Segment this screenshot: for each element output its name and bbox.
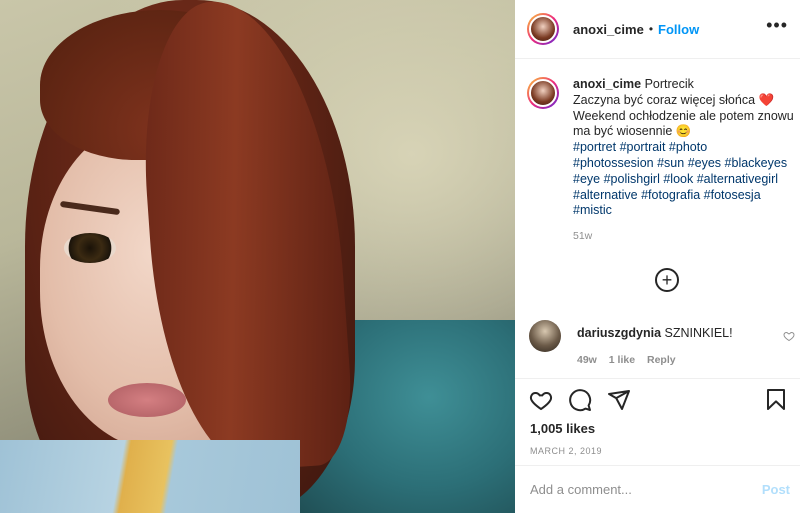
- post-caption: anoxi_cime Portrecik Zaczyna być coraz w…: [527, 77, 797, 245]
- speech-bubble-icon[interactable]: [568, 388, 592, 412]
- hashtag[interactable]: #eye: [573, 172, 600, 186]
- photo-eye-left: [64, 233, 116, 263]
- comment-input-divider: [515, 465, 800, 466]
- caption-avatar[interactable]: [527, 77, 559, 109]
- caption-body: anoxi_cime Portrecik Zaczyna być coraz w…: [573, 77, 794, 245]
- hashtag[interactable]: #blackeyes: [725, 156, 788, 170]
- comment-heart-icon[interactable]: [783, 330, 795, 342]
- comment-text: SZNINKIEL!: [664, 326, 733, 340]
- caption-line-1: Zaczyna być coraz więcej słońca ❤️: [573, 92, 775, 107]
- hashtag[interactable]: #mistic: [573, 203, 612, 217]
- more-options-icon[interactable]: •••: [766, 16, 788, 34]
- hashtag[interactable]: #look: [663, 172, 693, 186]
- post-comment-button[interactable]: Post: [762, 482, 790, 497]
- hashtag[interactable]: #fotografia: [641, 188, 700, 202]
- post-date[interactable]: MARCH 2, 2019: [530, 446, 602, 456]
- hashtag[interactable]: #fotosesja: [704, 188, 761, 202]
- comment-reply-button[interactable]: Reply: [647, 354, 676, 366]
- post-photo[interactable]: [0, 0, 515, 513]
- photo-lips: [108, 383, 186, 417]
- comment-actions: 49w 1 like Reply: [577, 354, 733, 366]
- caption-username[interactable]: anoxi_cime: [573, 77, 641, 91]
- author-avatar[interactable]: [527, 13, 559, 45]
- hashtag[interactable]: #alternative: [573, 188, 638, 202]
- hashtag-line: #alternative #fotografia #fotosesja: [573, 188, 794, 204]
- bookmark-icon[interactable]: [764, 388, 788, 412]
- post-action-bar: [515, 385, 800, 415]
- hashtag[interactable]: #photo: [669, 140, 707, 154]
- add-comment-input[interactable]: Add a comment...: [530, 482, 632, 497]
- hashtag[interactable]: #eyes: [688, 156, 721, 170]
- hashtag[interactable]: #polishgirl: [604, 172, 660, 186]
- caption-title: Portrecik: [644, 77, 694, 91]
- hashtag-line: #portret #portrait #photo: [573, 140, 794, 156]
- hashtag[interactable]: #portret: [573, 140, 616, 154]
- actions-divider: [515, 378, 800, 379]
- comment-item: dariuszgdynia SZNINKIEL! 49w 1 like Repl…: [529, 320, 799, 366]
- load-more-comments-icon[interactable]: +: [655, 268, 679, 292]
- heart-icon[interactable]: [529, 388, 553, 412]
- comment-age[interactable]: 49w: [577, 354, 597, 366]
- post-header: anoxi_cime • Follow •••: [515, 0, 800, 59]
- photo-shirt: [0, 440, 300, 513]
- commenter-avatar[interactable]: [529, 320, 561, 352]
- hashtag-line: #eye #polishgirl #look #alternativegirl: [573, 172, 794, 188]
- hashtag[interactable]: #alternativegirl: [697, 172, 778, 186]
- hashtag-line: #mistic: [573, 203, 794, 219]
- comment-likes[interactable]: 1 like: [609, 354, 635, 366]
- paper-plane-icon[interactable]: [607, 388, 631, 412]
- caption-line-2: Weekend ochłodzenie ale potem znowu: [573, 108, 794, 123]
- caption-line-3: ma być wiosennie 😊: [573, 124, 692, 139]
- comment-body: dariuszgdynia SZNINKIEL! 49w 1 like Repl…: [577, 326, 733, 366]
- hashtag[interactable]: #portrait: [620, 140, 666, 154]
- hashtag-line: #photossesion #sun #eyes #blackeyes: [573, 156, 794, 172]
- follow-button[interactable]: Follow: [658, 22, 699, 37]
- hashtag[interactable]: #sun: [657, 156, 684, 170]
- caption-age[interactable]: 51w: [573, 229, 794, 245]
- author-username[interactable]: anoxi_cime: [573, 22, 644, 37]
- post-side-panel: anoxi_cime • Follow ••• anoxi_cime Portr…: [515, 0, 800, 513]
- hashtag[interactable]: #photossesion: [573, 156, 654, 170]
- likes-count[interactable]: 1,005 likes: [530, 421, 595, 436]
- follow-separator: •: [648, 22, 654, 36]
- commenter-username[interactable]: dariuszgdynia: [577, 326, 661, 340]
